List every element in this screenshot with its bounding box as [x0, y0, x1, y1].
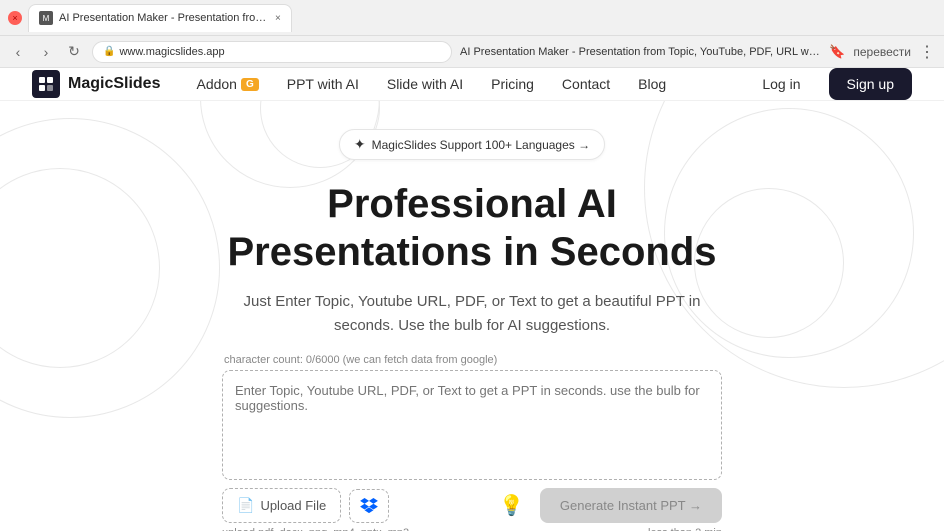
address-bar-row: ‹ › ↻ 🔒 www.magicslides.app AI Presentat…	[0, 36, 944, 68]
navbar: MagicSlides Addon G PPT with AI Slide wi…	[0, 68, 944, 101]
addon-badge: G	[241, 78, 259, 91]
page-content: MagicSlides Addon G PPT with AI Slide wi…	[0, 68, 944, 531]
translate-button[interactable]: перевести	[853, 45, 911, 59]
nav-auth: Log in Sign up	[744, 68, 912, 100]
hero-subtitle: Just Enter Topic, Youtube URL, PDF, or T…	[222, 290, 722, 338]
tab-container: M AI Presentation Maker - Presentation f…	[28, 4, 936, 32]
banner-text: MagicSlides Support 100+ Languages →	[372, 138, 590, 152]
reload-button[interactable]: ↻	[64, 43, 84, 60]
tab-title: AI Presentation Maker - Presentation fro…	[59, 12, 269, 24]
forward-button[interactable]: ›	[36, 44, 56, 60]
topic-input[interactable]	[222, 370, 722, 480]
tab-close-button[interactable]: ×	[8, 11, 22, 25]
bookmark-icon[interactable]: 🔖	[829, 44, 845, 60]
back-button[interactable]: ‹	[8, 44, 28, 60]
lock-icon: 🔒	[103, 46, 115, 57]
bulb-button[interactable]: 💡	[499, 493, 524, 518]
address-text: www.magicslides.app	[119, 46, 224, 58]
nav-pricing[interactable]: Pricing	[479, 70, 546, 98]
bottom-actions: 📄 Upload File 💡	[222, 488, 722, 523]
upload-icon: 📄	[237, 497, 254, 514]
support-banner[interactable]: ✦ MagicSlides Support 100+ Languages →	[339, 129, 605, 160]
browser-actions: 🔖 перевести ⋮	[829, 42, 936, 62]
hero-section: ✦ MagicSlides Support 100+ Languages → P…	[0, 101, 944, 531]
upload-file-button[interactable]: 📄 Upload File	[222, 488, 341, 523]
input-section: character count: 0/6000 (we can fetch da…	[222, 354, 722, 531]
browser-menu-icon[interactable]: ⋮	[919, 42, 936, 62]
nav-contact[interactable]: Contact	[550, 70, 622, 98]
tab-close-x[interactable]: ×	[275, 13, 281, 24]
generate-button[interactable]: Generate Instant PPT →	[540, 488, 722, 523]
browser-tab-bar: × M AI Presentation Maker - Presentation…	[0, 0, 944, 36]
logo-area[interactable]: MagicSlides	[32, 70, 160, 98]
login-button[interactable]: Log in	[744, 68, 818, 100]
upload-hint: upload pdf, docx, png, mp4, pptx, mp3	[222, 527, 409, 531]
dropbox-button[interactable]	[349, 489, 389, 523]
hero-title: Professional AI Presentations in Seconds	[227, 180, 716, 276]
nav-blog[interactable]: Blog	[626, 70, 678, 98]
signup-button[interactable]: Sign up	[829, 68, 912, 100]
page-title-in-bar: AI Presentation Maker - Presentation fro…	[460, 46, 821, 58]
banner-icon: ✦	[354, 136, 366, 153]
char-count-label: character count: 0/6000 (we can fetch da…	[222, 354, 722, 366]
hints-row: upload pdf, docx, png, mp4, pptx, mp3 le…	[222, 523, 722, 531]
nav-links: Addon G PPT with AI Slide with AI Pricin…	[184, 70, 744, 98]
browser-tab[interactable]: M AI Presentation Maker - Presentation f…	[28, 4, 292, 32]
tab-favicon: M	[39, 11, 53, 25]
upload-label: Upload File	[260, 498, 326, 513]
nav-addon[interactable]: Addon G	[184, 70, 270, 98]
address-bar[interactable]: 🔒 www.magicslides.app	[92, 41, 452, 63]
generate-hint: less than 2 min	[648, 527, 722, 531]
nav-ppt-ai[interactable]: PPT with AI	[275, 70, 371, 98]
dropbox-icon	[360, 498, 378, 514]
nav-slide-ai[interactable]: Slide with AI	[375, 70, 475, 98]
logo-icon	[32, 70, 60, 98]
bulb-icon: 💡	[499, 495, 524, 517]
logo-text: MagicSlides	[68, 75, 160, 93]
